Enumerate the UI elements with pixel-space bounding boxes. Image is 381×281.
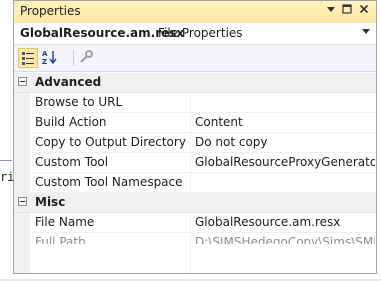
panel-title: Properties <box>20 4 81 18</box>
background-code-text: ri <box>0 170 15 184</box>
property-value[interactable]: Do not copy <box>195 135 375 149</box>
maximize-icon[interactable] <box>340 4 354 18</box>
row-gutter <box>14 244 30 273</box>
column-divider <box>190 153 191 172</box>
alphabetical-icon[interactable]: A Z <box>41 48 61 68</box>
property-name: Custom Tool Namespace <box>35 175 183 189</box>
property-grid-empty-area <box>14 244 376 273</box>
property-name: Custom Tool <box>35 155 109 169</box>
property-row-file-name[interactable]: File Name GlobalResource.am.resx <box>14 213 376 233</box>
svg-text:Z: Z <box>42 58 47 66</box>
chevron-down-icon[interactable] <box>362 28 370 37</box>
properties-panel: Properties GlobalResource.am.resx File P… <box>13 0 377 274</box>
object-selector-dropdown[interactable]: GlobalResource.am.resx File Properties <box>14 23 376 45</box>
window-position-dropdown-icon[interactable] <box>324 4 338 18</box>
property-name: Build Action <box>35 115 107 129</box>
column-divider <box>190 113 191 132</box>
close-icon[interactable] <box>357 4 371 18</box>
property-name: Browse to URL <box>35 95 123 109</box>
row-gutter <box>14 133 30 152</box>
collapse-icon[interactable] <box>18 197 27 206</box>
column-divider <box>190 133 191 152</box>
property-value[interactable]: GlobalResourceProxyGenerator <box>195 155 375 169</box>
column-divider <box>190 244 191 273</box>
property-row-copy-to-output-directory[interactable]: Copy to Output Directory Do not copy <box>14 133 376 153</box>
property-row-custom-tool[interactable]: Custom Tool GlobalResourceProxyGenerator <box>14 153 376 173</box>
property-pages-icon[interactable] <box>77 48 97 68</box>
column-divider <box>190 93 191 112</box>
property-name: Copy to Output Directory <box>35 135 186 149</box>
toolbar-separator <box>73 50 74 66</box>
properties-toolbar: A Z <box>14 45 376 72</box>
column-divider <box>190 213 191 232</box>
collapse-icon[interactable] <box>18 77 27 86</box>
row-gutter <box>14 93 30 112</box>
row-gutter <box>14 153 30 172</box>
property-row-custom-tool-namespace[interactable]: Custom Tool Namespace <box>14 173 376 193</box>
properties-title-bar[interactable]: Properties <box>14 1 376 24</box>
property-row-build-action[interactable]: Build Action Content <box>14 113 376 133</box>
property-name: File Name <box>35 215 95 229</box>
category-misc[interactable]: Misc <box>14 193 376 213</box>
category-label: Advanced <box>35 75 102 89</box>
property-value[interactable]: GlobalResource.am.resx <box>195 215 375 229</box>
property-row-browse-to-url[interactable]: Browse to URL <box>14 93 376 113</box>
category-advanced[interactable]: Advanced <box>14 73 376 93</box>
property-value[interactable]: Content <box>195 115 375 129</box>
row-gutter <box>14 213 30 232</box>
property-grid: Advanced Browse to URL Build Action Cont… <box>14 73 376 253</box>
category-label: Misc <box>35 195 66 209</box>
svg-text:A: A <box>42 50 48 58</box>
background-editor-line <box>0 160 12 161</box>
row-gutter <box>14 113 30 132</box>
selected-object-type: File Properties <box>158 26 243 40</box>
categorized-icon[interactable] <box>18 48 38 68</box>
column-divider <box>190 173 191 192</box>
row-gutter <box>14 173 30 192</box>
